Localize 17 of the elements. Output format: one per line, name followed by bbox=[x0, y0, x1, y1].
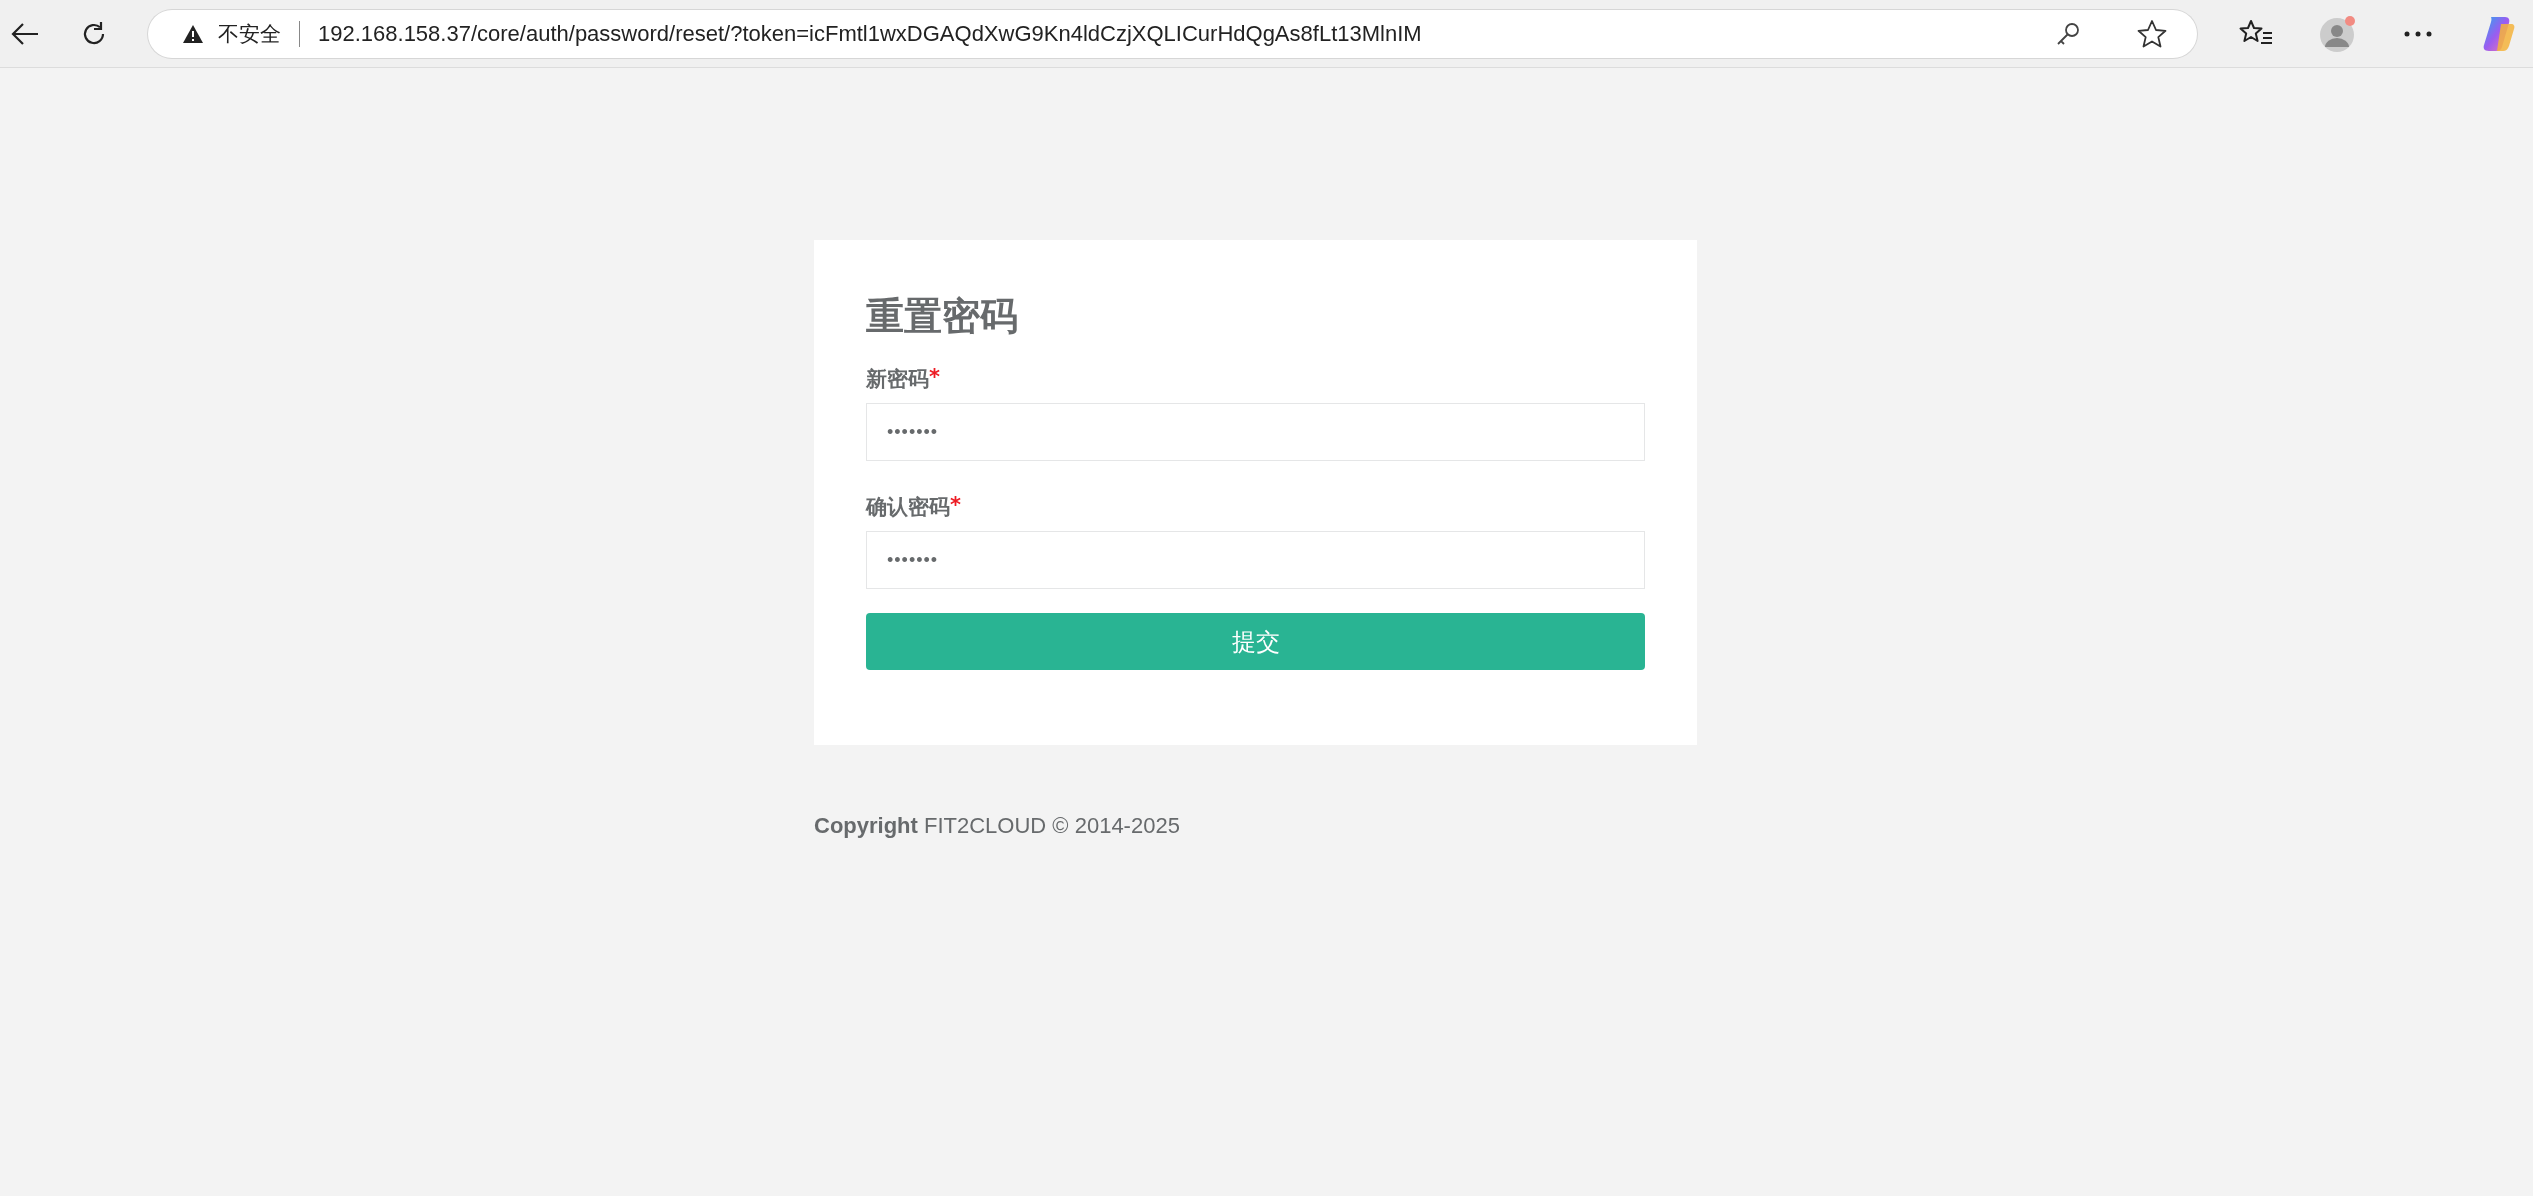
form-title: 重置密码 bbox=[866, 293, 1019, 340]
more-icon[interactable] bbox=[2403, 29, 2433, 38]
required-mark: * bbox=[929, 365, 940, 392]
profile-avatar-icon[interactable] bbox=[2319, 14, 2357, 53]
warning-icon bbox=[182, 23, 204, 44]
back-arrow-icon[interactable] bbox=[10, 20, 40, 47]
key-icon[interactable] bbox=[2055, 20, 2081, 47]
copyright-text: Copyright FIT2CLOUD © 2014-2025 bbox=[814, 813, 1180, 840]
star-icon[interactable] bbox=[2137, 18, 2167, 49]
password-field[interactable]: ••••••• bbox=[866, 531, 1645, 590]
address-bar[interactable]: 不安全 192.168.158.37/core/auth/password/reset/?token=icFmtl1wxDGAQdXwG9Kn4ldCzjXQLICurHdQgAs8fLt13MlnIM bbox=[148, 9, 2197, 58]
field-label: 确认密码 bbox=[866, 494, 950, 522]
required-mark: * bbox=[950, 493, 961, 520]
security-label: 不安全 bbox=[218, 20, 281, 48]
password-field[interactable]: ••••••• bbox=[866, 403, 1645, 462]
field-label: 新密码 bbox=[866, 366, 929, 394]
url-text: 192.168.158.37/core/auth/password/reset/?token=icFmtl1wxDGAQdXwG9Kn4ldCzjXQLICurHdQgAs8fLt13MlnIM bbox=[318, 20, 1422, 47]
